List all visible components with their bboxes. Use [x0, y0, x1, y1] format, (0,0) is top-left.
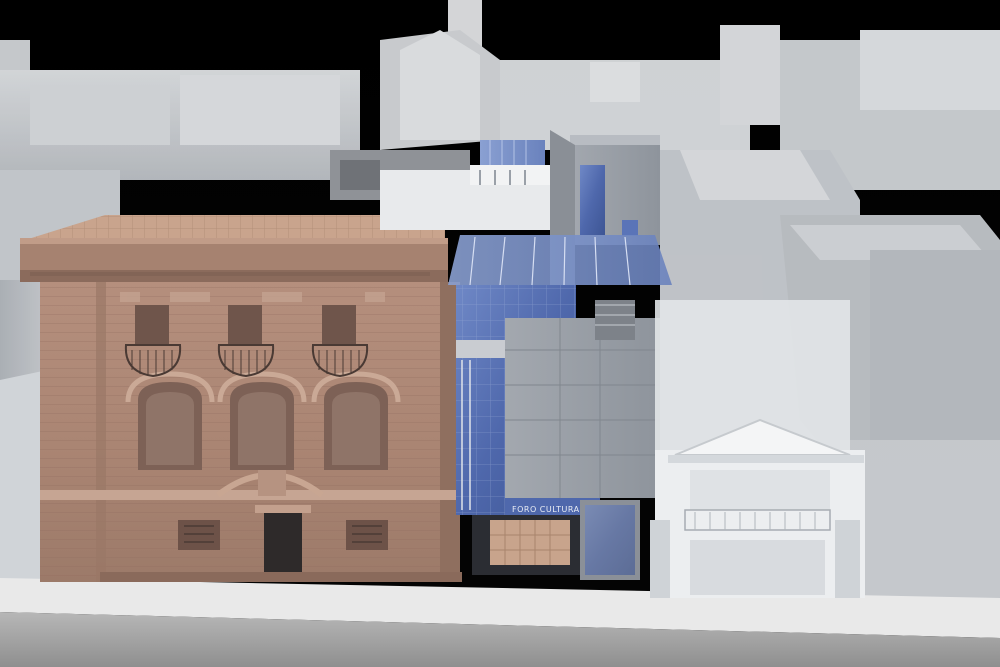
architectural-render-scene: FORO CULTURAL: [0, 0, 1000, 667]
ground-window: [346, 520, 388, 550]
metal-cladding: [505, 318, 660, 498]
entrance-sign: FORO CULTURAL: [512, 505, 585, 514]
historic-building: [20, 215, 462, 582]
plinth: [100, 572, 462, 582]
glass-canopy: [448, 235, 672, 285]
ground-window: [178, 520, 220, 550]
cornice-dentils: [30, 272, 430, 276]
neighbor-building: [650, 300, 865, 598]
